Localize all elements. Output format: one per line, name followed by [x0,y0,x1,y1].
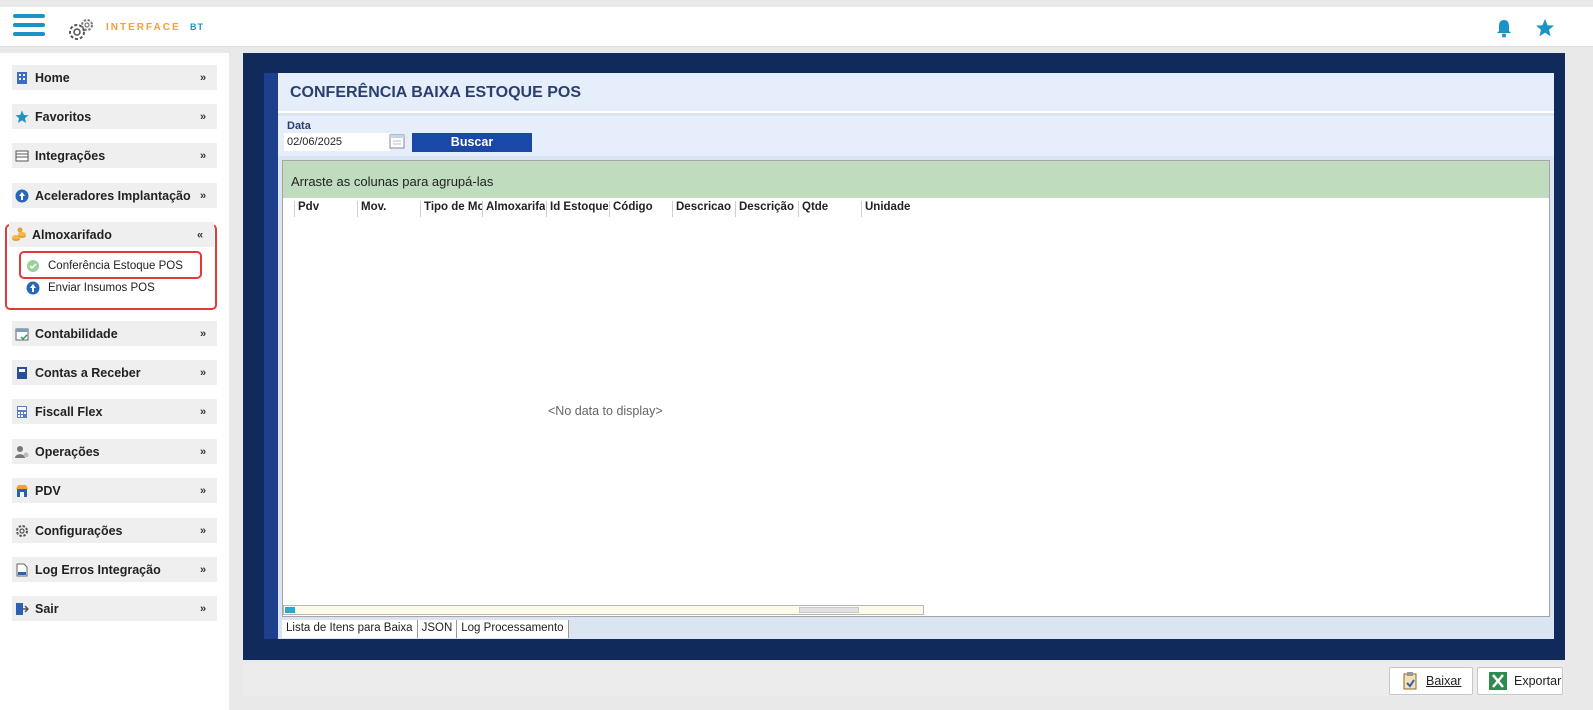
sidebar-item-label: Favoritos [35,109,92,124]
bottom-tabs: Lista de Itens para Baixa JSON Log Proce… [282,620,569,638]
sidebar-subitem-enviar-insumos-pos[interactable]: Enviar Insumos POS [26,279,155,297]
logo-suffix: BT [190,22,204,32]
chevron-double-down-icon[interactable]: » [195,564,211,576]
sidebar-subitem-label: Enviar Insumos POS [48,282,155,294]
tab-log-processamento[interactable]: Log Processamento [457,620,569,638]
sidebar-item-aceleradores[interactable]: Aceleradores Implantação » [12,183,217,208]
calculator-icon [14,404,30,420]
sidebar-item-label: Aceleradores Implantação [35,188,191,203]
star-icon[interactable] [1534,17,1556,39]
arrow-up-circle-icon [14,188,30,204]
scrollbar-thumb[interactable] [799,607,859,613]
chevron-double-down-icon[interactable]: » [195,150,211,162]
sidebar-item-label: Fiscall Flex [35,404,103,419]
calendar-icon[interactable] [389,133,405,149]
exportar-label: Exportar [1514,674,1562,688]
date-label: Data [287,120,311,132]
sidebar-item-label: Home [35,70,70,85]
column-header-qtde[interactable]: Qtde [798,201,860,217]
logo-text: INTERFACE [106,22,181,33]
panel-side-stripe [264,73,278,639]
chevron-double-down-icon[interactable]: » [195,603,211,615]
horizontal-scrollbar[interactable] [283,605,924,615]
sidebar-item-label: Contabilidade [35,326,118,341]
data-grid [282,160,1550,617]
column-header-pdv[interactable]: Pdv [294,201,356,217]
sidebar-item-label: Sair [35,601,59,616]
sidebar-item-label: Log Erros Integração [35,562,161,577]
sidebar-subitem-label: Conferência Estoque POS [48,260,183,272]
clipboard-icon [1403,672,1417,690]
exit-icon [14,601,30,617]
empty-grid-message: <No data to display> [548,404,663,418]
column-header-tipo-movimento[interactable]: Tipo de Mo [420,201,482,217]
excel-icon [1489,672,1507,690]
sidebar-item-label: Contas a Receber [35,365,141,380]
chevron-double-down-icon[interactable]: » [195,406,211,418]
sidebar-item-label: Operações [35,444,100,459]
sidebar-item-contabilidade[interactable]: Contabilidade » [12,321,217,346]
chevron-double-down-icon[interactable]: » [195,72,211,84]
sidebar-subitem-conferencia-estoque-pos[interactable]: Conferência Estoque POS [26,257,183,275]
baixar-label: Baixar [1426,674,1462,688]
chevron-double-down-icon[interactable]: » [195,446,211,458]
sidebar-item-favoritos[interactable]: Favoritos » [12,104,217,129]
calendar-check-icon [14,326,30,342]
sidebar-item-label: Configurações [35,523,123,538]
sidebar-item-integracoes[interactable]: Integrações » [12,143,217,168]
check-circle-icon [27,260,39,272]
tab-lista-itens-baixa[interactable]: Lista de Itens para Baixa [282,620,418,638]
chevron-double-down-icon[interactable]: » [195,485,211,497]
group-hint: Arraste as colunas para agrupá-las [291,174,494,189]
log-file-icon [14,562,30,578]
book-icon [14,365,30,381]
store-icon [14,483,30,499]
gear-icon [14,523,30,539]
sidebar-item-label: Integrações [35,148,106,163]
sidebar-item-configuracoes[interactable]: Configurações » [12,518,217,543]
sidebar-item-contas-a-receber[interactable]: Contas a Receber » [12,360,217,385]
logo-gear-icon [69,19,93,40]
date-field[interactable] [284,133,390,151]
search-button[interactable]: Buscar [412,133,532,152]
scrollbar-left-button[interactable] [285,607,295,613]
sidebar-item-sair[interactable]: Sair » [12,596,217,621]
sidebar-item-home[interactable]: Home » [12,65,217,90]
coins-icon [11,227,27,243]
baixar-button[interactable]: Baixar [1389,667,1473,695]
sidebar-item-label: Almoxarifado [32,227,112,242]
chevron-double-down-icon[interactable]: » [195,367,211,379]
chevron-double-down-icon[interactable]: » [195,328,211,340]
top-bar: INTERFACE BT [0,7,1593,47]
star-icon [14,109,30,125]
column-header-mov[interactable]: Mov. [357,201,419,217]
action-bar [243,663,1565,696]
column-header-descricao-2[interactable]: Descrição [735,201,797,217]
exportar-button[interactable]: Exportar [1477,667,1563,695]
column-header-descricao[interactable]: Descricao [672,201,734,217]
sidebar-item-pdv[interactable]: PDV » [12,478,217,503]
column-header-id-estoque[interactable]: Id Estoque [546,201,608,217]
chevron-double-up-icon[interactable]: » [192,229,208,241]
user-gear-icon [14,444,30,460]
column-header-unidade[interactable]: Unidade [861,201,923,217]
page-title: CONFERÊNCIA BAIXA ESTOQUE POS [290,84,581,101]
hamburger-menu-icon[interactable] [13,14,45,40]
tab-json[interactable]: JSON [417,620,458,638]
arrow-up-circle-icon [26,281,40,295]
sidebar-item-fiscall-flex[interactable]: Fiscall Flex » [12,399,217,424]
sidebar-item-operacoes[interactable]: Operações » [12,439,217,464]
table-icon [14,148,30,164]
building-icon [14,70,30,86]
chevron-double-down-icon[interactable]: » [195,111,211,123]
chevron-double-down-icon[interactable]: » [195,190,211,202]
column-header-almoxarifado[interactable]: Almoxarifa [482,201,545,217]
sidebar-item-almoxarifado[interactable]: Almoxarifado » [9,222,214,247]
chevron-double-down-icon[interactable]: » [195,525,211,537]
bell-icon[interactable] [1493,17,1515,39]
sidebar-item-label: PDV [35,483,61,498]
sidebar-item-log-erros-integracao[interactable]: Log Erros Integração » [12,557,217,582]
column-header-codigo[interactable]: Código [609,201,671,217]
